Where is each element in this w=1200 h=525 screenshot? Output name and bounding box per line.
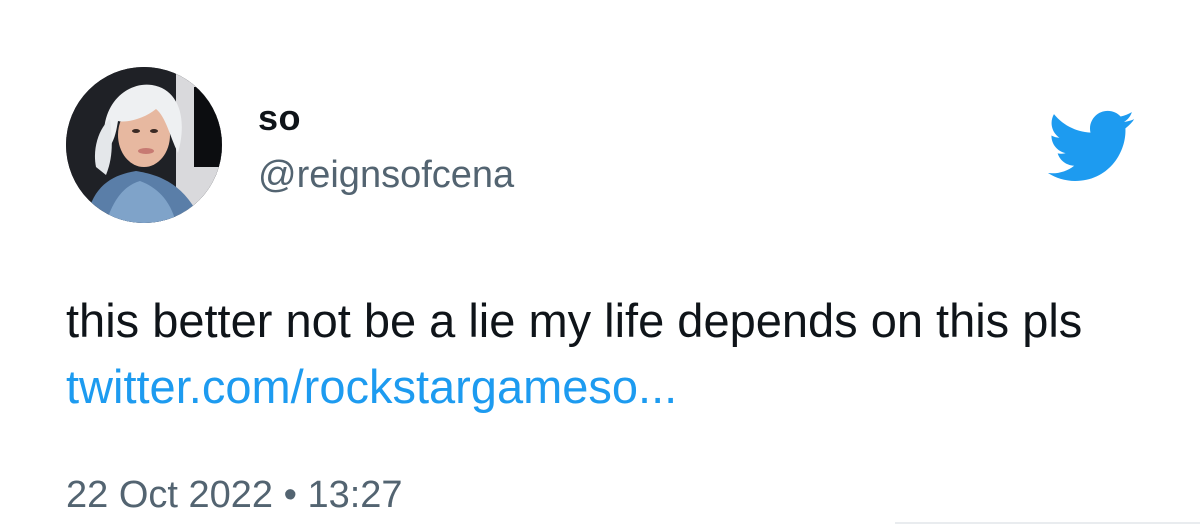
tweet-time: 13:27: [307, 474, 403, 516]
tweet-text: this better not be a lie my life depends…: [66, 288, 1146, 420]
avatar-image: [66, 67, 222, 223]
divider: [895, 522, 1200, 524]
twitter-bird-icon[interactable]: [1044, 108, 1136, 184]
tweet-timestamp[interactable]: 22 Oct 2022 • 13:27: [66, 472, 403, 518]
tweet-date: 22 Oct 2022: [66, 474, 274, 516]
timestamp-separator: •: [273, 474, 308, 516]
user-handle[interactable]: @reignsofcena: [258, 152, 514, 198]
display-name[interactable]: so: [258, 96, 301, 140]
avatar[interactable]: [66, 67, 222, 223]
tweet-card: so @reignsofcena this better not be a li…: [0, 0, 1200, 525]
tweet-link[interactable]: twitter.com/rockstargameso...: [66, 360, 677, 413]
tweet-body: this better not be a lie my life depends…: [66, 294, 1083, 347]
